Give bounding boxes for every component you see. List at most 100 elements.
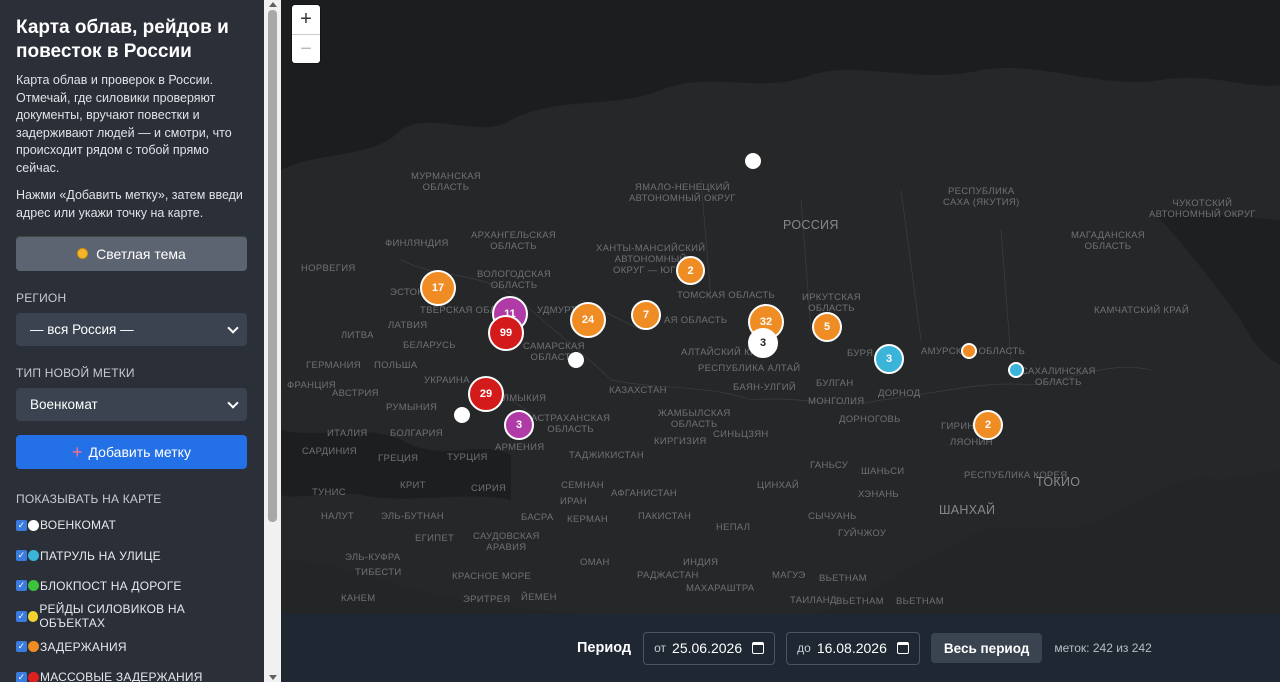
theme-toggle-button[interactable]: Светлая тема	[16, 236, 247, 271]
cluster-marker[interactable]: 2	[676, 256, 705, 285]
checkbox[interactable]: ✓	[16, 641, 27, 653]
map-label: БЕЛАРУСЬ	[403, 340, 456, 351]
map-label: ДОРНОД	[878, 388, 921, 399]
map-label: ШАНЬСИ	[861, 466, 905, 477]
map-label: МАГУЭ	[772, 570, 806, 581]
map-label: ПОЛЬША	[374, 360, 418, 371]
map-label: ВЬЕТНАМ	[819, 573, 867, 584]
mass-detentions-dot-icon	[28, 671, 39, 682]
cluster-marker[interactable]: 3	[874, 344, 904, 374]
cluster-marker[interactable]: 3	[748, 328, 778, 358]
map-label: РУМЫНИЯ	[386, 402, 438, 413]
map-point-voenkomat[interactable]	[745, 153, 761, 169]
checkbox[interactable]: ✓	[16, 519, 27, 531]
map-label: ЖАМБЫЛСКАЯ ОБЛАСТЬ	[658, 408, 731, 430]
map-label: БАЯН-УЛГИЙ	[733, 382, 797, 393]
map-label: МАГАДАНСКАЯ ОБЛАСТЬ	[1071, 230, 1145, 252]
all-period-button[interactable]: Весь период	[930, 633, 1043, 663]
map-label: АВСТРИЯ	[332, 388, 379, 399]
date-to-prefix: до	[797, 641, 811, 655]
filter-voenkomat[interactable]: ✓ ВОЕНКОМАТ	[16, 510, 248, 540]
map-label: САУДОВСКАЯ АРАВИЯ	[473, 531, 540, 553]
map[interactable]: + − МУРМАНСКАЯ ОБЛАСТЬ ЯМАЛО-НЕНЕЦКИЙ АВТО…	[281, 0, 1280, 682]
region-select[interactable]: — вся Россия —	[16, 313, 247, 346]
filter-raids[interactable]: ✓ РЕЙДЫ СИЛОВИКОВ НА ОБЪЕКТАХ	[16, 601, 248, 631]
sun-icon	[77, 248, 89, 259]
map-label: БУЛГАН	[816, 378, 854, 389]
map-point-voenkomat[interactable]	[454, 407, 470, 423]
map-label: ПАКИСТАН	[638, 511, 692, 522]
map-point-detention[interactable]	[961, 343, 977, 359]
map-label: КАНЕМ	[341, 593, 376, 604]
map-label: ИРКУТСКАЯ ОБЛАСТЬ	[802, 292, 861, 314]
filter-checkpoint[interactable]: ✓ БЛОКПОСТ НА ДОРОГЕ	[16, 571, 248, 601]
cluster-marker[interactable]: 17	[420, 270, 456, 306]
hint-text: Нажми «Добавить метку», затем введи адре…	[16, 188, 243, 220]
calendar-icon[interactable]	[752, 642, 765, 654]
filter-detentions[interactable]: ✓ ЗАДЕРЖАНИЯ	[16, 632, 248, 662]
checkbox[interactable]: ✓	[16, 550, 27, 562]
date-from-input[interactable]: от 25.06.2026	[643, 631, 776, 665]
map-label: МОНГОЛИЯ	[808, 396, 865, 407]
map-label: АСТРАХАНСКАЯ ОБЛАСТЬ	[531, 413, 611, 435]
checkbox[interactable]: ✓	[16, 610, 27, 622]
map-label: КРАСНОЕ МОРЕ	[452, 571, 532, 582]
cluster-marker[interactable]: 7	[631, 300, 661, 330]
zoom-out-button[interactable]: −	[292, 34, 320, 63]
plus-icon: +	[72, 442, 83, 462]
map-label: ТИБЕСТИ	[355, 567, 402, 578]
map-label: СИНЬЦЗЯН	[713, 429, 769, 440]
map-label: СЫЧУАНЬ	[808, 511, 857, 522]
cluster-marker[interactable]: 5	[812, 312, 842, 342]
map-label: АФГАНИСТАН	[611, 488, 678, 499]
chevron-down-icon	[227, 321, 239, 334]
map-point-patrol[interactable]	[1008, 362, 1024, 378]
cluster-marker[interactable]: 29	[468, 376, 504, 412]
map-label: БОЛГАРИЯ	[390, 428, 443, 439]
map-label: ТАИЛАНД	[790, 595, 837, 606]
scroll-up-icon[interactable]	[269, 2, 277, 7]
date-from-value: 25.06.2026	[672, 640, 743, 656]
map-label: ТОКИО	[1036, 475, 1081, 489]
map-label: ЭРИТРЕЯ	[463, 594, 511, 605]
zoom-in-button[interactable]: +	[292, 5, 320, 34]
filter-patrol[interactable]: ✓ ПАТРУЛЬ НА УЛИЦЕ	[16, 540, 248, 570]
map-label: ТУРЦИЯ	[447, 452, 488, 463]
add-marker-button[interactable]: + Добавить метку	[16, 435, 247, 469]
map-label: ШАНХАЙ	[939, 503, 996, 517]
checkbox[interactable]: ✓	[16, 671, 27, 682]
add-marker-label: Добавить метку	[88, 444, 191, 460]
date-to-value: 16.08.2026	[816, 640, 887, 656]
date-to-input[interactable]: до 16.08.2026	[786, 631, 920, 665]
map-point-voenkomat[interactable]	[568, 352, 584, 368]
sidebar: Карта облав, рейдов и повесток в России …	[0, 0, 264, 682]
map-label: ИНДИЯ	[683, 557, 719, 568]
filters-label: ПОКАЗЫВАТЬ НА КАРТЕ	[16, 492, 162, 506]
map-label: ЙЕМЕН	[521, 592, 557, 603]
zoom-control: + −	[292, 5, 320, 63]
cluster-marker[interactable]: 3	[504, 410, 534, 440]
sidebar-scrollbar[interactable]	[264, 0, 281, 682]
cluster-marker[interactable]: 24	[570, 302, 606, 338]
calendar-icon[interactable]	[896, 642, 909, 654]
map-label: ТОМСКАЯ ОБЛАСТЬ	[677, 290, 775, 301]
scroll-down-icon[interactable]	[269, 675, 277, 680]
map-label: ХЭНАНЬ	[858, 489, 899, 500]
map-label: КРИТ	[400, 480, 426, 491]
map-label: РАДЖАСТАН	[637, 570, 699, 581]
scrollbar-thumb[interactable]	[268, 10, 277, 522]
date-from-prefix: от	[654, 641, 667, 655]
map-label: ТУНИС	[312, 487, 346, 498]
cluster-marker[interactable]: 2	[973, 410, 1003, 440]
checkbox[interactable]: ✓	[16, 580, 27, 592]
detentions-dot-icon	[28, 641, 39, 653]
map-label: ИРАН	[560, 496, 587, 507]
map-label: НОРВЕГИЯ	[301, 263, 356, 274]
map-label: БУРЯ	[847, 348, 874, 359]
cluster-marker[interactable]: 99	[488, 315, 524, 351]
map-label: ТАДЖИКИСТАН	[569, 450, 645, 461]
marker-type-select[interactable]: Военкомат	[16, 388, 247, 421]
theme-toggle-label: Светлая тема	[96, 245, 186, 262]
filter-mass-detentions[interactable]: ✓ МАССОВЫЕ ЗАДЕРЖАНИЯ	[16, 662, 248, 682]
period-bar: Период от 25.06.2026 до 16.08.2026 Весь …	[281, 614, 1280, 682]
